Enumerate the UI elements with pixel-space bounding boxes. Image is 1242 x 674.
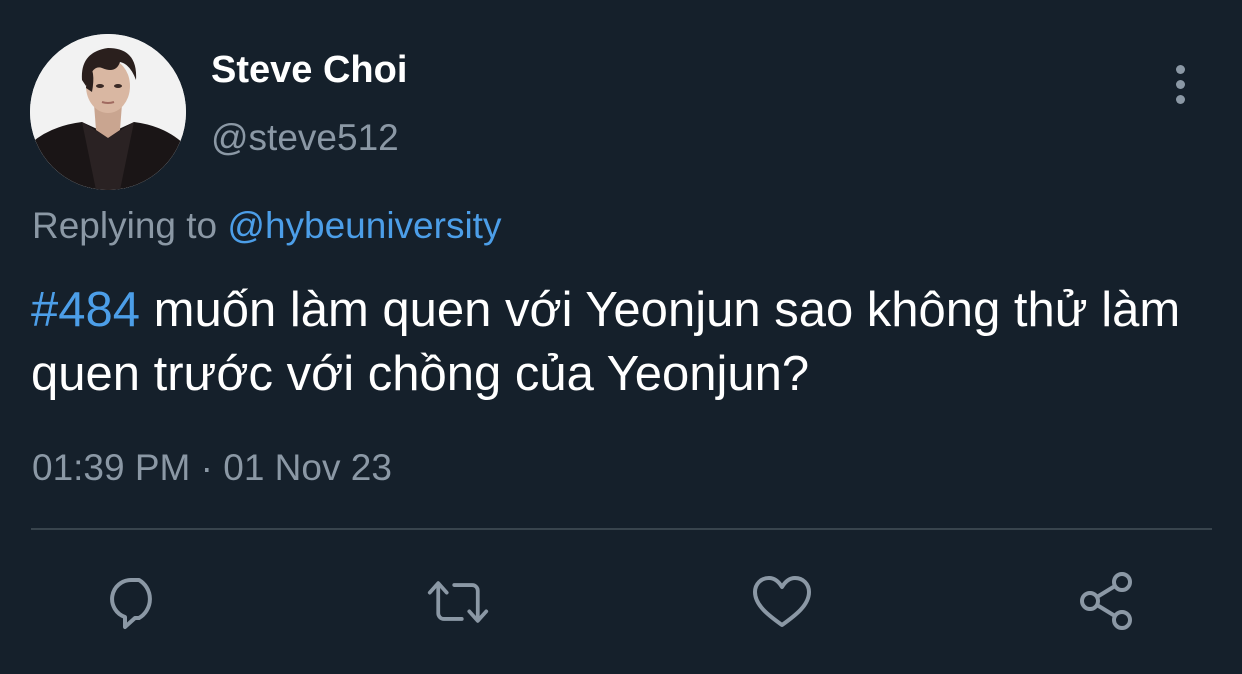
share-button[interactable] xyxy=(1076,570,1140,634)
like-button[interactable] xyxy=(750,570,814,634)
reply-button[interactable] xyxy=(103,570,167,634)
avatar[interactable] xyxy=(30,34,186,190)
replying-to: Replying to @hybeuniversity xyxy=(32,202,501,250)
retweet-icon xyxy=(427,581,489,623)
like-icon xyxy=(753,576,811,627)
hashtag-link[interactable]: #484 xyxy=(31,283,140,337)
reply-icon xyxy=(110,578,152,629)
tweet-card: Steve Choi @steve512 Replying to @hybeun… xyxy=(0,0,1242,674)
more-dot xyxy=(1175,79,1185,89)
replying-prefix: Replying to xyxy=(32,205,228,246)
share-icon xyxy=(1080,572,1132,630)
more-options-icon[interactable] xyxy=(1160,62,1200,106)
avatar-photo xyxy=(30,34,186,190)
more-dot xyxy=(1175,94,1185,104)
user-handle[interactable]: @steve512 xyxy=(211,115,399,161)
more-dot xyxy=(1175,64,1185,74)
display-name[interactable]: Steve Choi xyxy=(211,47,407,93)
timestamp[interactable]: 01:39 PM · 01 Nov 23 xyxy=(32,444,392,492)
tweet-body: muốn làm quen với Yeonjun sao không thử … xyxy=(31,283,1181,401)
retweet-button[interactable] xyxy=(426,570,490,634)
tweet-text: #484 muốn làm quen với Yeonjun sao không… xyxy=(31,278,1211,406)
divider xyxy=(31,528,1212,530)
reply-target-link[interactable]: @hybeuniversity xyxy=(227,205,501,246)
